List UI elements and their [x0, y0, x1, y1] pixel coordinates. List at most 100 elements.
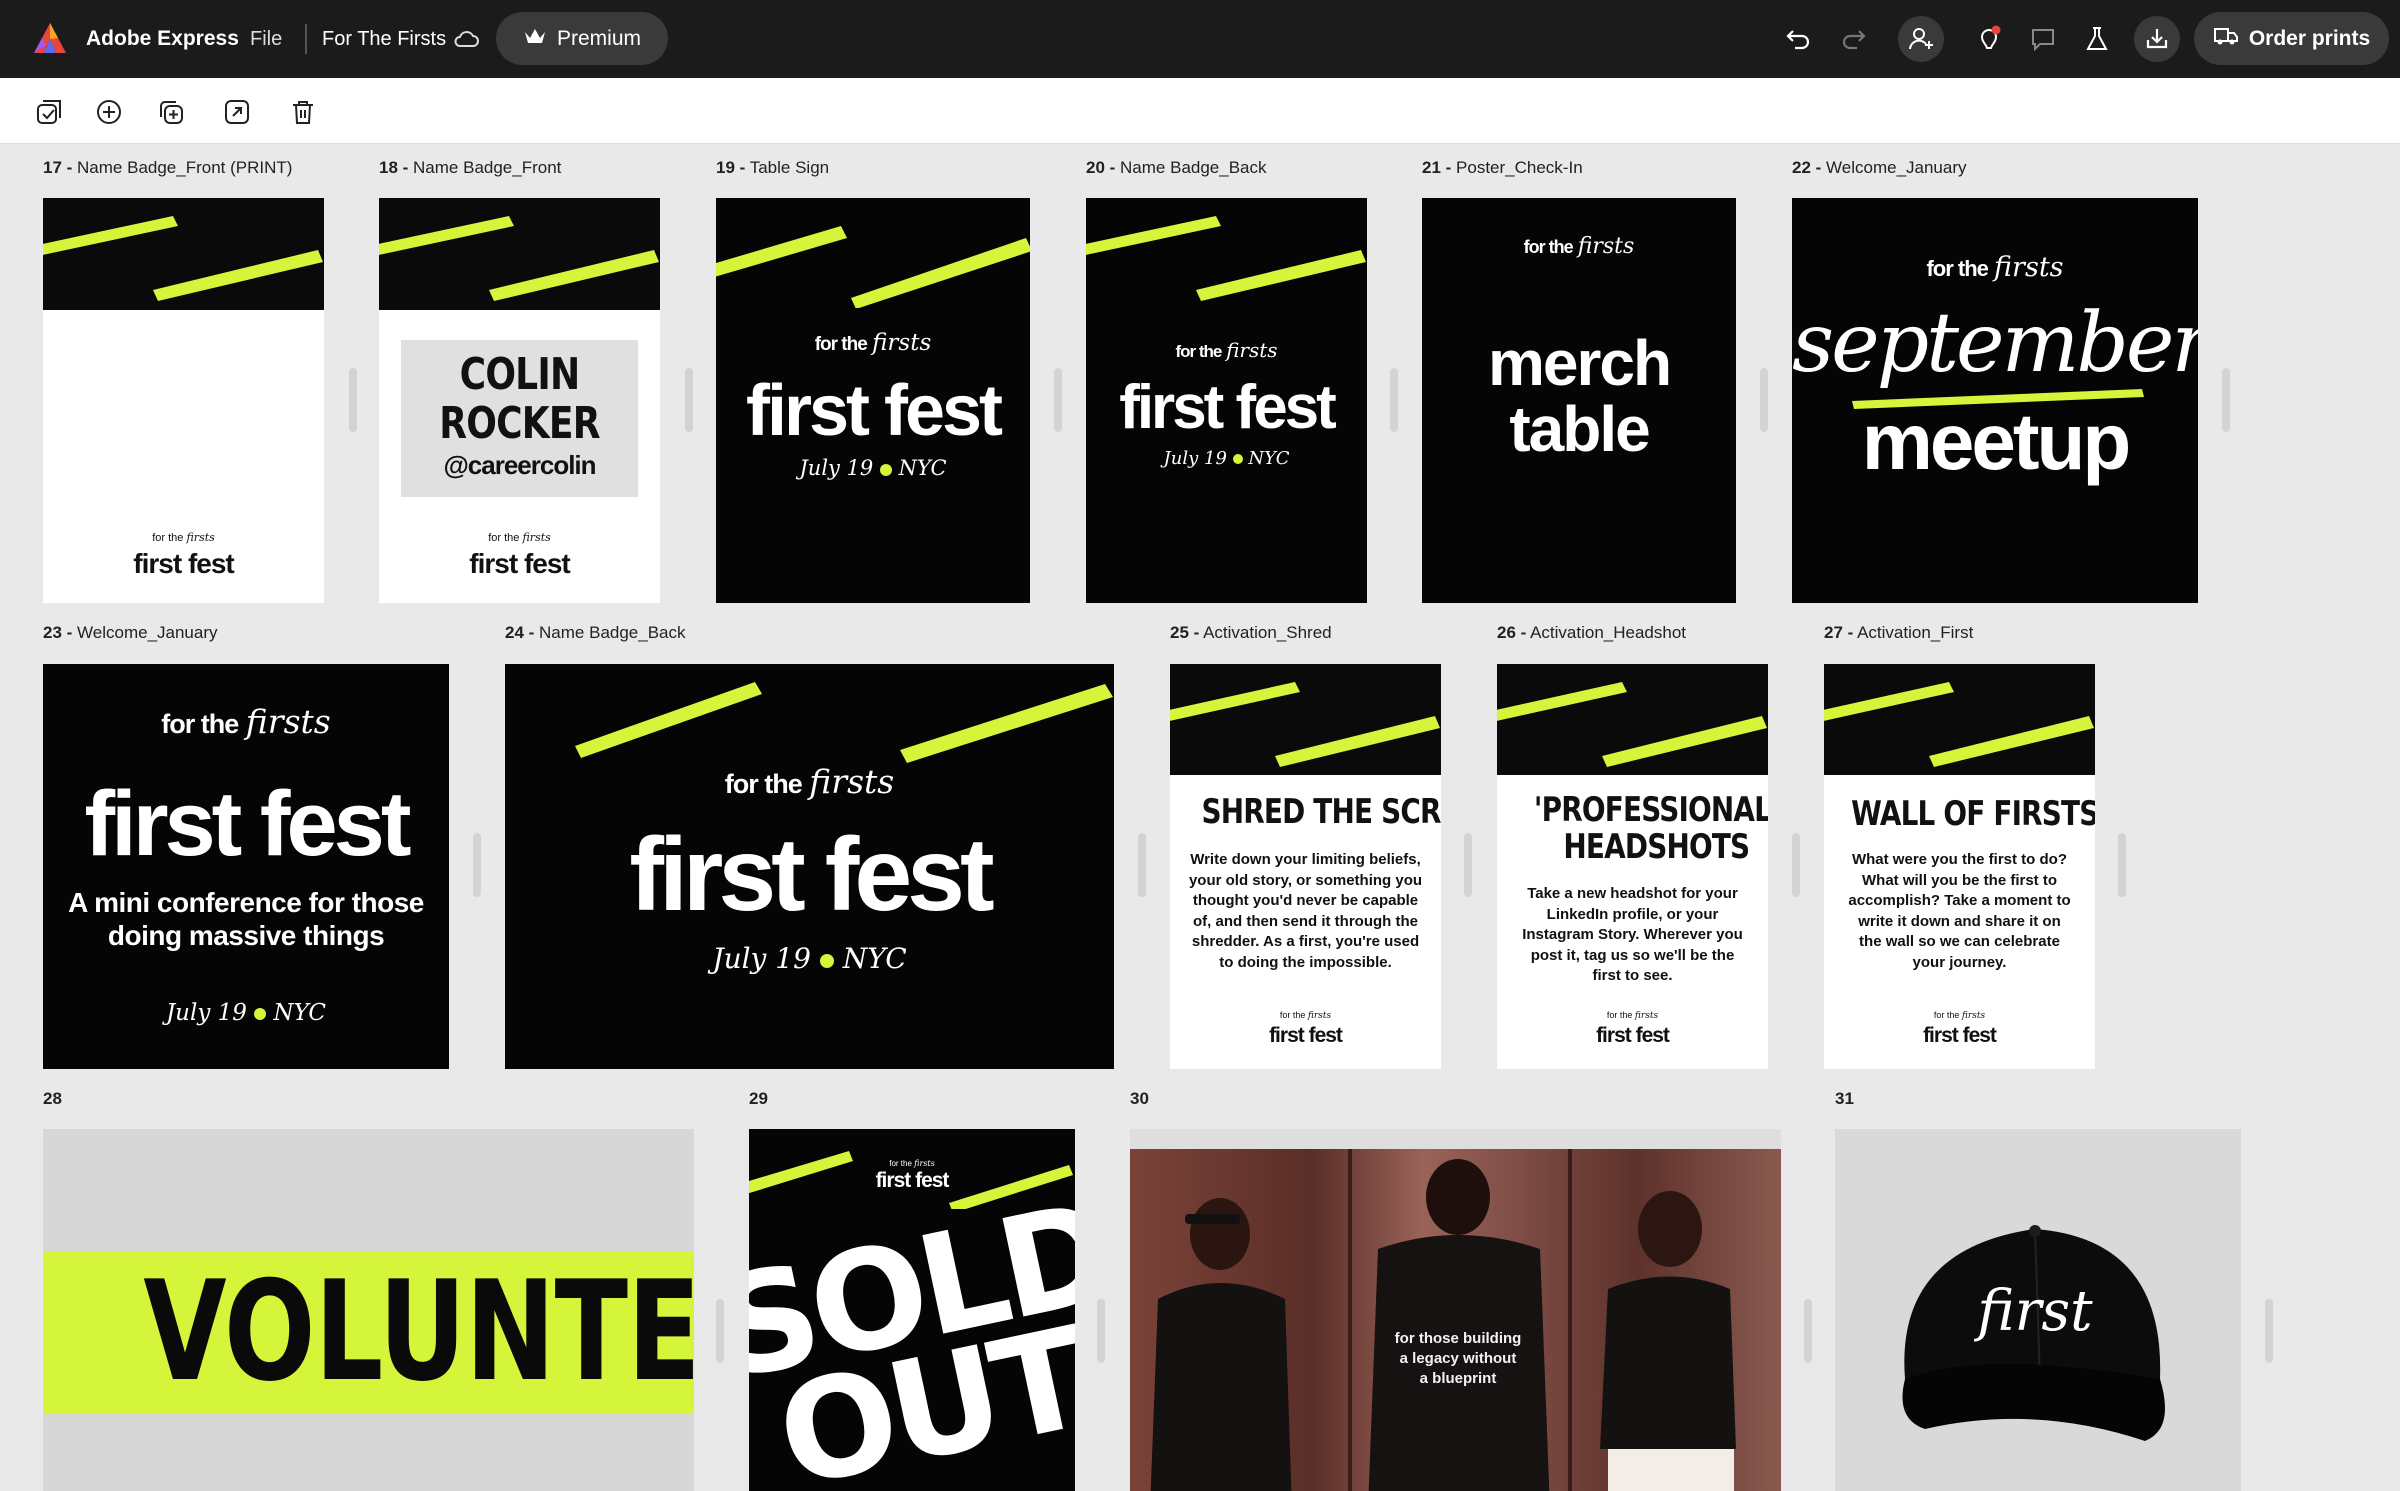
people-silhouettes — [1150, 1159, 1736, 1491]
brand-small: for the — [814, 334, 868, 355]
event-date: July 19 — [1163, 448, 1227, 469]
page-name: Table Sign — [749, 158, 830, 177]
page-number: 24 - — [505, 623, 535, 642]
brand-small: for the — [889, 1159, 912, 1168]
brand-small: for the — [724, 769, 803, 799]
comment-icon[interactable] — [2020, 16, 2066, 62]
page-gap-handle[interactable] — [349, 368, 357, 432]
page-gap-handle[interactable] — [1804, 1299, 1812, 1363]
page-gap-handle[interactable] — [1760, 368, 1768, 432]
page-gap-handle[interactable] — [473, 833, 481, 897]
undo-icon[interactable] — [1776, 16, 1822, 62]
brand-small: for the — [1926, 256, 1988, 281]
page-name: Name Badge_Back — [1120, 158, 1267, 177]
brand-script: firsts — [914, 1159, 935, 1168]
page-gap-handle[interactable] — [716, 1299, 724, 1363]
page-thumbnail[interactable]: SHRED THE SCRIPT Write down your limitin… — [1170, 664, 1441, 1069]
page-gap-handle[interactable] — [2118, 833, 2126, 897]
page-number: 31 — [1835, 1089, 1854, 1108]
adobe-express-logo-icon[interactable] — [30, 19, 70, 59]
black-header-band — [1170, 664, 1441, 775]
page-thumbnail[interactable]: for the firsts september meetup — [1792, 198, 2198, 603]
event-date: July 19 — [799, 456, 874, 480]
page-number: 30 — [1130, 1089, 1149, 1108]
page-thumbnail[interactable]: WALL OF FIRSTS What were you the first t… — [1824, 664, 2095, 1069]
black-header-band — [43, 198, 324, 310]
shirt-print-text: for those building a legacy without a bl… — [1394, 1330, 1522, 1387]
brand-script: firsts — [1994, 252, 2064, 283]
brand-script: firsts — [1961, 1011, 1986, 1021]
page-gap-handle[interactable] — [1390, 368, 1398, 432]
labs-flask-icon[interactable] — [2074, 16, 2120, 62]
brand-small: for the — [488, 532, 520, 544]
page-number: 19 - — [716, 158, 746, 177]
page-thumbnail[interactable]: for the firsts first fest SOLD OUT — [749, 1129, 1075, 1491]
redo-icon[interactable] — [1830, 16, 1876, 62]
page-thumbnail[interactable]: for the firsts first fest July 19 NYC — [1086, 198, 1367, 603]
page-thumbnail[interactable]: for the firsts merch table — [1422, 198, 1736, 603]
order-prints-button[interactable]: Order prints — [2194, 12, 2389, 65]
page-thumbnail[interactable]: for the firsts first fest — [43, 198, 324, 603]
page-number: 17 - — [43, 158, 73, 177]
green-brush-strokes — [716, 226, 1030, 309]
page-thumbnail[interactable]: for the firsts first fest A mini confere… — [43, 664, 449, 1069]
green-brush-strokes — [1824, 682, 2094, 767]
add-page-icon[interactable] — [92, 95, 126, 129]
resize-icon[interactable] — [220, 95, 254, 129]
page-gap-handle[interactable] — [1054, 368, 1062, 432]
duplicate-page-icon[interactable] — [154, 95, 188, 129]
page-thumbnail[interactable]: for the firsts first fest July 19 NYC — [716, 198, 1030, 603]
page-gap-handle[interactable] — [2265, 1299, 2273, 1363]
event-city: NYC — [842, 942, 907, 975]
brand-small: for the — [152, 532, 184, 544]
pages-grid: 17 - Name Badge_Front (PRINT) for the fi… — [0, 145, 2400, 1491]
black-header-band — [1497, 664, 1768, 775]
brand-script: firsts — [522, 531, 551, 544]
event-name: first fest — [133, 548, 234, 579]
accent-dot — [819, 953, 834, 968]
document-title[interactable]: For The Firsts — [322, 24, 446, 54]
invite-user-icon[interactable] — [1898, 16, 1944, 62]
page-number: 26 - — [1497, 623, 1527, 642]
activation-body: Write down your limiting beliefs, your o… — [1188, 851, 1423, 971]
page-name: Name Badge_Back — [539, 623, 686, 642]
page-gap-handle[interactable] — [1464, 833, 1472, 897]
event-name: first fest — [629, 817, 994, 933]
page-name: Name Badge_Front (PRINT) — [77, 158, 293, 177]
page-thumbnail[interactable]: VOLUNTEER — [43, 1129, 694, 1491]
order-prints-label: Order prints — [2248, 26, 2371, 50]
page-gap-handle[interactable] — [2222, 368, 2230, 432]
page-number: 23 - — [43, 623, 73, 642]
premium-button[interactable]: Premium — [496, 12, 668, 65]
premium-label: Premium — [556, 26, 641, 50]
select-all-icon[interactable] — [32, 95, 66, 129]
name-box: COLIN ROCKER @careercolin — [401, 340, 638, 497]
cap-embroidery: first — [1977, 1279, 2093, 1344]
accent-dot — [254, 1008, 267, 1020]
event-city: NYC — [273, 1000, 327, 1026]
page-thumbnail[interactable]: 'PROFESSIONAL' HEADSHOTS Take a new head… — [1497, 664, 1768, 1069]
cloud-sync-icon[interactable] — [450, 24, 482, 54]
divider — [305, 24, 307, 54]
page-thumbnail[interactable]: COLIN ROCKER @careercolin for the firsts… — [379, 198, 660, 603]
brand-small: for the — [1523, 237, 1574, 257]
headline: VOLUNTEER — [143, 1251, 694, 1412]
event-date: July 19 — [165, 1000, 247, 1026]
page-gap-handle[interactable] — [1138, 833, 1146, 897]
page-gap-handle[interactable] — [685, 368, 693, 432]
brand-small: for the — [1933, 1010, 1960, 1020]
page-gap-handle[interactable] — [1097, 1299, 1105, 1363]
notifications-icon[interactable] — [1966, 16, 2012, 62]
black-header-band — [379, 198, 660, 310]
page-name: Welcome_January — [1826, 158, 1967, 177]
page-thumbnail[interactable]: for the firsts first fest July 19 NYC — [505, 664, 1114, 1069]
page-number: 25 - — [1170, 623, 1200, 642]
event-date: July 19 — [712, 942, 811, 975]
file-menu[interactable]: File — [250, 24, 282, 54]
page-number: 27 - — [1824, 623, 1854, 642]
delete-icon[interactable] — [286, 95, 320, 129]
page-thumbnail[interactable]: for those building a legacy without a bl… — [1130, 1129, 1781, 1491]
download-icon[interactable] — [2134, 16, 2180, 62]
page-gap-handle[interactable] — [1792, 833, 1800, 897]
page-thumbnail[interactable]: first — [1835, 1129, 2241, 1491]
